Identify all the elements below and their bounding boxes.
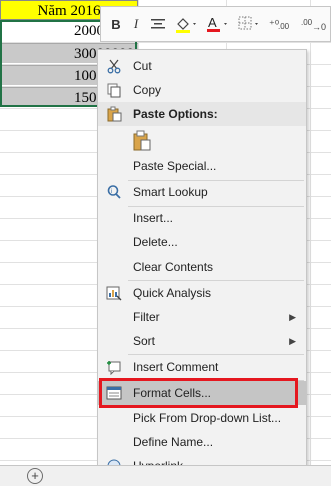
menu-item-smart-lookup[interactable]: i Smart Lookup [98,180,306,204]
fill-color-icon[interactable] [173,13,199,35]
menu-item-delete[interactable]: Delete... [98,230,306,254]
svg-text:.00: .00 [278,22,290,31]
font-color-icon[interactable]: A [205,13,231,35]
copy-icon [106,82,122,98]
submenu-arrow-icon: ▶ [289,311,296,322]
menu-item-clear-contents-label: Clear Contents [133,260,214,274]
scissors-icon [106,58,122,74]
quick-analysis-icon [106,285,122,301]
context-menu: Cut Copy Paste Options: Paste Special...… [97,49,307,480]
menu-item-sort-label: Sort [133,334,156,348]
menu-item-paste-special-label: Paste Special... [133,159,217,173]
svg-text:→0: →0 [312,22,326,32]
add-sheet-icon[interactable]: + [27,468,43,484]
decrease-decimal-icon[interactable]: .00 →0 [299,13,327,35]
menu-item-define-name[interactable]: Define Name... [98,430,306,454]
bold-button[interactable]: B [109,13,123,35]
menu-item-pick-from-dropdown[interactable]: Pick From Drop-down List... [98,406,306,430]
mini-toolbar: B I A ⁺⁰ .00 .00 →0 [100,6,331,42]
menu-item-quick-analysis-label: Quick Analysis [133,286,212,300]
paste-options-label: Paste Options: [133,107,218,121]
italic-button[interactable]: I [130,13,142,35]
paste-options-header: Paste Options: [98,102,306,126]
menu-item-copy-label: Copy [133,83,162,97]
borders-icon[interactable] [237,13,263,35]
paste-clipboard-button[interactable] [132,130,152,152]
menu-item-delete-label: Delete... [133,235,178,249]
menu-item-quick-analysis[interactable]: Quick Analysis [98,281,306,305]
menu-item-define-name-label: Define Name... [133,435,214,449]
menu-item-pick-from-dropdown-label: Pick From Drop-down List... [133,411,282,425]
clipboard-icon [133,130,151,151]
menu-item-cut-label: Cut [133,59,152,73]
svg-text:i: i [111,189,112,195]
menu-item-cut[interactable]: Cut [98,54,306,78]
insert-comment-icon [106,359,122,375]
menu-item-insert-comment[interactable]: Insert Comment [98,355,306,379]
menu-item-copy[interactable]: Copy [98,78,306,102]
align-center-icon[interactable] [149,13,167,35]
menu-item-insert[interactable]: Insert... [98,206,306,230]
menu-item-insert-comment-label: Insert Comment [133,360,219,374]
svg-text:.00: .00 [301,18,313,27]
menu-item-sort[interactable]: Sort ▶ [98,329,306,353]
smart-lookup-icon: i [106,184,122,200]
percent-style-icon[interactable]: ⁺⁰ .00 [267,13,295,35]
sheet-tab-bar: + [0,465,331,486]
paste-icon [106,106,122,122]
submenu-arrow-icon: ▶ [289,335,296,346]
menu-item-clear-contents[interactable]: Clear Contents [98,255,306,279]
format-cells-highlight-box [99,378,298,408]
menu-item-filter[interactable]: Filter ▶ [98,305,306,329]
gridline [310,0,311,465]
menu-item-paste-special[interactable]: Paste Special... [98,154,306,178]
svg-text:A: A [208,15,217,30]
menu-item-smart-lookup-label: Smart Lookup [133,185,208,199]
menu-item-insert-label: Insert... [133,211,174,225]
menu-item-filter-label: Filter [133,310,160,324]
